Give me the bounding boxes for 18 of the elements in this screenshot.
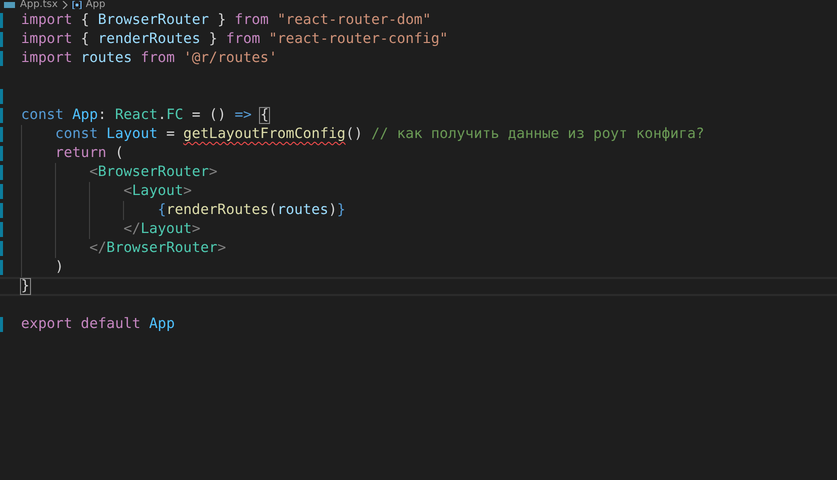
code-line: import { renderRoutes } from "react-router-config": [21, 32, 448, 47]
symbol-icon: [72, 0, 82, 8]
code-line: {renderRoutes(routes)}: [158, 203, 346, 218]
code-line: const App: React.FC = () => {: [21, 108, 269, 123]
code-line: import { BrowserRouter } from "react-router-dom": [21, 13, 432, 28]
code-line: return (: [55, 146, 124, 161]
code-line: </Layout>: [123, 222, 200, 237]
code-line: ): [55, 260, 64, 275]
code-line: import routes from '@r/routes': [21, 51, 278, 66]
chevron-right-icon: [62, 0, 68, 8]
code-line: }: [21, 279, 30, 294]
code-line: export default App: [21, 317, 175, 332]
code-line: </BrowserRouter>: [89, 241, 226, 256]
breadcrumb-file[interactable]: App.tsx: [20, 0, 58, 9]
code-line: <BrowserRouter>: [89, 165, 218, 180]
code-line: const Layout = getLayoutFromConfig() // как получить данные из роут конфига?: [55, 127, 704, 142]
breadcrumb-symbol[interactable]: App: [86, 0, 106, 9]
code-line: <Layout>: [123, 184, 192, 199]
